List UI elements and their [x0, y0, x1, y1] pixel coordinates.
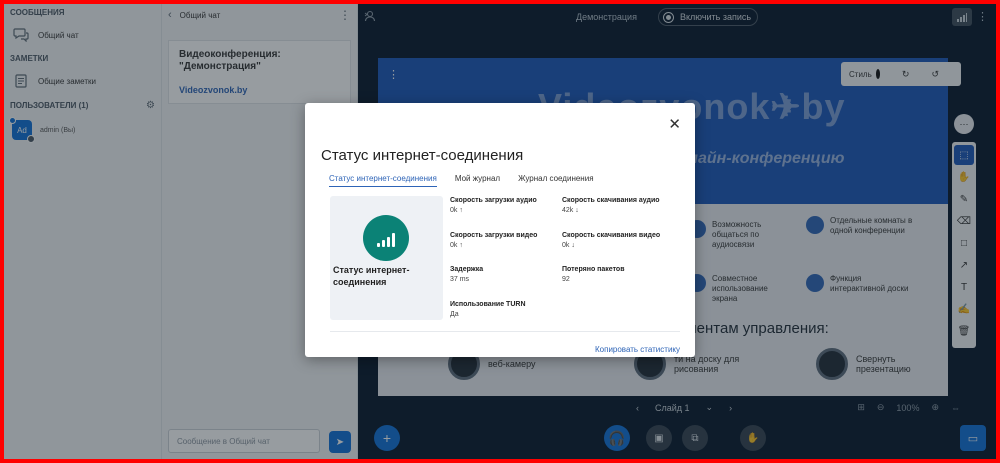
stat-upload-audio: Скорость загрузки аудио 0k ↑ [450, 197, 537, 214]
connection-status-modal: ✕ Статус интернет-соединения Статус инте… [305, 103, 695, 357]
tab-connection-status[interactable]: Статус интернет-соединения [329, 174, 437, 187]
connection-status-label: Статус интернет-соединения [333, 265, 410, 287]
stat-upload-video: Скорость загрузки видео 0k ↑ [450, 232, 538, 249]
connection-status-card: Статус интернет-соединения [330, 196, 443, 320]
copy-statistics-link[interactable]: Копировать статистику [595, 345, 680, 354]
stat-download-audio: Скорость скачивания аудио 42k ↓ [562, 197, 660, 214]
signal-strength-icon [363, 215, 409, 261]
close-icon[interactable]: ✕ [668, 115, 681, 133]
tab-connection-log[interactable]: Журнал соединения [518, 174, 593, 187]
tab-my-log[interactable]: Мой журнал [455, 174, 500, 187]
modal-title: Статус интернет-соединения [321, 147, 524, 164]
modal-tabs: Статус интернет-соединения Мой журнал Жу… [329, 174, 612, 187]
divider [330, 331, 680, 332]
stat-latency: Задержка 37 ms [450, 266, 484, 283]
stat-packets-lost: Потеряно пакетов 92 [562, 266, 625, 283]
stat-download-video: Скорость скачивания видео 0k ↓ [562, 232, 661, 249]
stat-turn: Использование TURN Да [450, 301, 526, 318]
